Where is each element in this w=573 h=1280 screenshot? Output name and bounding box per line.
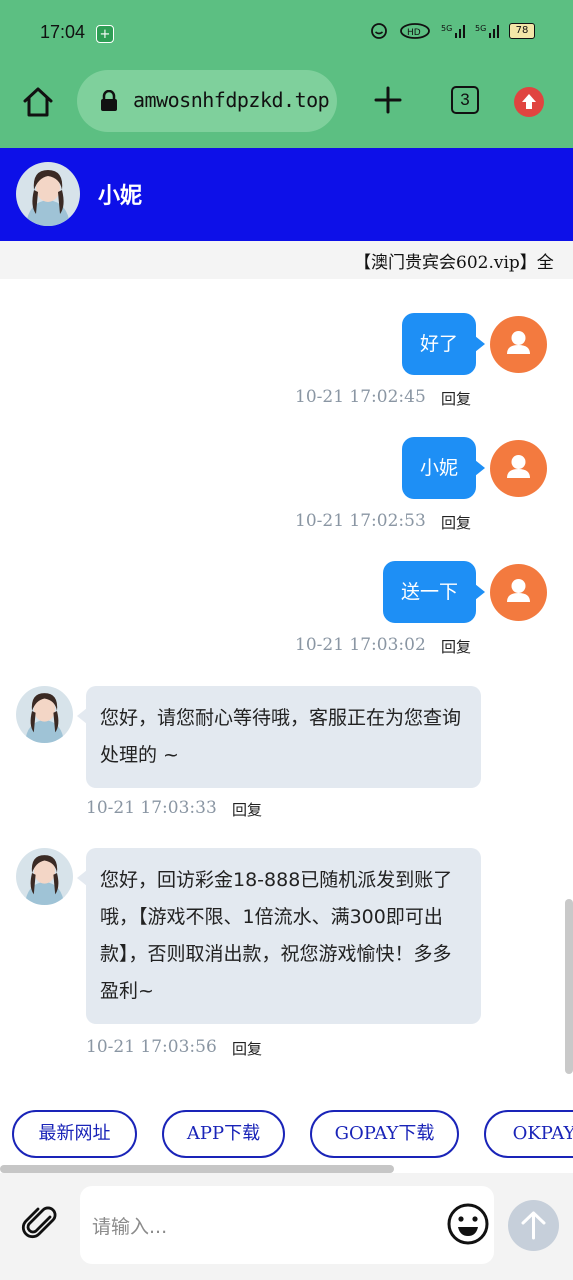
url-text: amwosnhfdpzkd.top [133, 88, 330, 112]
message-row: 好了 [401, 313, 547, 375]
reply-link[interactable]: 回复 [441, 512, 471, 533]
signal-2-label: 5G [475, 24, 486, 33]
app-download-button[interactable]: APP下载 [162, 1110, 285, 1158]
user-avatar-icon [490, 563, 547, 621]
user-avatar-icon [490, 315, 547, 373]
latest-url-button[interactable]: 最新网址 [12, 1110, 137, 1158]
quick-links-scrollbar[interactable] [0, 1165, 394, 1173]
chat-header: 小妮 [0, 148, 573, 241]
chat-area[interactable]: 好了 10-21 17:02:45 回复 小妮 10-21 17:02:53 回… [0, 279, 573, 1094]
message-timestamp: 10-21 17:03:02 [295, 635, 426, 655]
reply-link[interactable]: 回复 [441, 636, 471, 657]
message-row: 送一下 [382, 561, 547, 623]
agent-avatar [16, 686, 73, 743]
url-bar[interactable]: amwosnhfdpzkd.top [77, 70, 337, 132]
agent-avatar[interactable] [16, 162, 80, 226]
quick-links-bar: 最新网址 APP下载 GOPAY下载 OKPAY [0, 1094, 573, 1172]
update-arrow-icon[interactable] [514, 87, 544, 117]
status-icons: HD 5G 5G 78 [369, 22, 535, 40]
message-input[interactable]: 请输入... [80, 1186, 494, 1264]
reply-link[interactable]: 回复 [232, 1038, 262, 1059]
agent-message-bubble[interactable]: 您好，请您耐心等待哦，客服正在为您查询处理的 ~ [77, 686, 481, 788]
message-input-placeholder: 请输入... [92, 1216, 168, 1238]
browser-toolbar: amwosnhfdpzkd.top 3 [0, 66, 573, 148]
message-row: 您好，请您耐心等待哦，客服正在为您查询处理的 ~ [16, 686, 481, 788]
chat-scrollbar[interactable] [565, 899, 573, 1074]
message-timestamp: 10-21 17:02:45 [295, 387, 426, 407]
tab-switcher-button[interactable]: 3 [451, 86, 479, 114]
shield-plus-icon: + [96, 25, 114, 43]
announcement-marquee: 【澳门贵宾会602.vip】全 [0, 241, 573, 279]
agent-avatar [16, 848, 73, 905]
face-icon [369, 22, 389, 40]
my-message-bubble[interactable]: 小妮 [401, 437, 486, 499]
message-timestamp: 10-21 17:03:33 [86, 798, 217, 818]
svg-text:HD: HD [407, 28, 421, 38]
gopay-download-button[interactable]: GOPAY下载 [310, 1110, 459, 1158]
message-timestamp: 10-21 17:03:56 [86, 1037, 217, 1057]
agent-message-bubble[interactable]: 您好，回访彩金18-888已随机派发到账了哦，【游戏不限、1倍流水、满300即可… [77, 848, 481, 1024]
signal-2-icon: 5G [475, 22, 499, 40]
reply-link[interactable]: 回复 [441, 388, 471, 409]
message-composer: 请输入... [0, 1173, 573, 1280]
emoji-icon[interactable] [446, 1202, 490, 1246]
reply-link[interactable]: 回复 [232, 799, 262, 820]
okpay-button[interactable]: OKPAY [484, 1110, 573, 1158]
send-button[interactable] [508, 1200, 559, 1251]
message-timestamp: 10-21 17:02:53 [295, 511, 426, 531]
status-time: 17:04 [40, 22, 86, 42]
signal-1-label: 5G [441, 24, 452, 33]
user-avatar-icon [490, 439, 547, 497]
agent-name: 小妮 [98, 184, 143, 209]
new-tab-icon[interactable] [372, 84, 404, 116]
message-row: 小妮 [401, 437, 547, 499]
my-message-bubble[interactable]: 好了 [401, 313, 486, 375]
home-icon[interactable] [20, 84, 56, 120]
marquee-text: 【澳门贵宾会602.vip】全 [354, 253, 554, 273]
my-message-bubble[interactable]: 送一下 [382, 561, 486, 623]
lock-icon [99, 89, 119, 112]
battery-icon: 78 [509, 23, 535, 39]
paperclip-icon[interactable] [20, 1203, 62, 1245]
message-row: 您好，回访彩金18-888已随机派发到账了哦，【游戏不限、1倍流水、满300即可… [16, 848, 481, 1024]
signal-1-icon: 5G [441, 22, 465, 40]
status-bar: 17:04 + HD 5G 5G 78 [0, 0, 573, 66]
hd-icon: HD [399, 22, 431, 40]
